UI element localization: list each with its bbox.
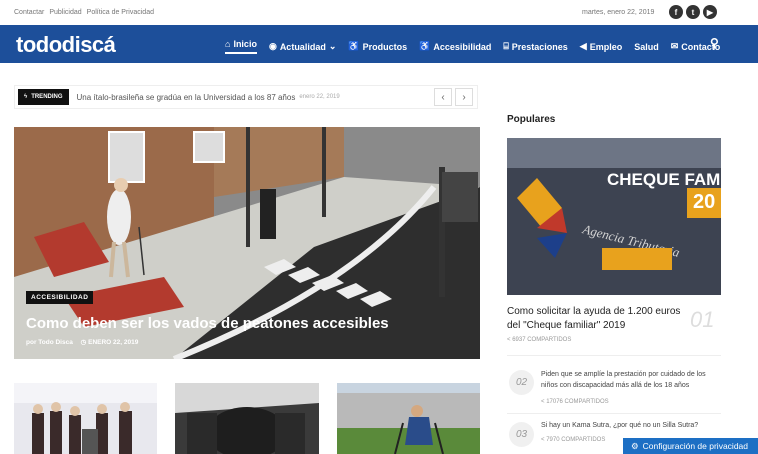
article-thumbnail[interactable]	[14, 383, 157, 454]
link-privacidad[interactable]: Política de Privacidad	[87, 9, 154, 16]
clock-icon: ◷	[80, 339, 87, 346]
current-date: martes, enero 22, 2019	[582, 9, 655, 16]
thumbnail-image	[337, 383, 480, 454]
trending-badge: ϟ TRENDING	[18, 89, 69, 105]
privacy-settings-button[interactable]: ⚙ Configuración de privacidad	[623, 438, 758, 454]
featured-popular-title[interactable]: Como solicitar la ayuda de 1.200 euros d…	[507, 305, 687, 333]
nav-menu: ⌂ Inicio ◉ Actualidad ⌄ ♿ Productos ♿ Accesib…	[225, 39, 720, 54]
share-icon: <	[541, 399, 545, 405]
rank-number: 01	[690, 307, 715, 332]
trending-label: TRENDING	[31, 94, 63, 100]
popular-item-title[interactable]: Si hay un Kama Sutra, ¿por qué no un Sil…	[541, 420, 721, 431]
featured-popular-image[interactable]: Agencia Tributaria CHEQUE FAMIL 20	[507, 138, 721, 295]
main-nav: tododiscá ⌂ Inicio ◉ Actualidad ⌄ ♿ Producto…	[0, 25, 758, 63]
featured-image-text: CHEQUE FAMIL	[607, 170, 721, 189]
article-thumbnail[interactable]	[337, 383, 480, 454]
share-count: < 7970 COMPARTIDOS	[541, 437, 605, 443]
bank-icon: ⌸	[503, 41, 509, 51]
nav-item-accesibilidad[interactable]: ♿ Accesibilidad	[419, 39, 491, 54]
nav-label: Empleo	[589, 41, 623, 52]
youtube-icon[interactable]: ▶	[703, 5, 717, 19]
accessible-icon: ♿	[419, 41, 431, 51]
nav-item-prestaciones[interactable]: ⌸ Prestaciones	[503, 39, 567, 54]
home-icon: ⌂	[225, 39, 231, 49]
nav-label: Inicio	[233, 39, 257, 49]
nav-label: Actualidad	[279, 41, 326, 52]
hero-meta: por Todo Disca ◷ ENERO 22, 2019	[26, 338, 138, 346]
nav-item-productos[interactable]: ♿ Productos	[348, 39, 407, 54]
chevron-left-icon[interactable]: ‹	[434, 88, 452, 106]
hero-title[interactable]: Como deben ser los vados de peatones acc…	[26, 315, 389, 332]
facebook-icon[interactable]: f	[669, 5, 683, 19]
thumbnail-image	[14, 383, 157, 454]
share-count: < 17076 COMPARTIDOS	[541, 399, 609, 405]
category-badge[interactable]: ACCESIBILIDAD	[26, 291, 94, 304]
trending-arrows: ‹ ›	[434, 88, 473, 106]
hero-date: ENERO 22, 2019	[88, 339, 139, 346]
thumbnail-image	[175, 383, 319, 454]
share-count-text: 7970 COMPARTIDOS	[546, 437, 606, 443]
megaphone-icon: ◀	[579, 41, 587, 51]
nav-item-empleo[interactable]: ◀ Empleo	[580, 39, 622, 54]
nav-label: Salud	[634, 41, 659, 52]
hero-author[interactable]: por Todo Disca	[26, 339, 73, 346]
featured-image-number: 20	[693, 191, 716, 213]
privacy-label: Configuración de privacidad	[642, 441, 748, 451]
chevron-down-icon: ⌄	[328, 41, 337, 51]
social-links: f t ▶	[669, 5, 717, 19]
nav-label: Prestaciones	[511, 41, 568, 52]
divider	[507, 355, 721, 356]
article-thumbnail[interactable]	[175, 383, 319, 454]
nav-label: Productos	[362, 41, 408, 52]
rank-circle: 03	[509, 422, 534, 447]
trending-date: enero 22, 2019	[299, 94, 340, 100]
envelope-icon: ✉	[670, 41, 679, 51]
nav-item-inicio[interactable]: ⌂ Inicio	[225, 39, 257, 54]
share-icon: <	[541, 437, 545, 443]
divider	[507, 413, 721, 414]
rank-circle: 02	[509, 370, 534, 395]
nav-item-salud[interactable]: Salud	[634, 39, 659, 54]
featured-image: Agencia Tributaria	[507, 138, 721, 295]
trending-bar: ϟ TRENDING Una ítalo-brasileña se gradúa …	[14, 85, 478, 109]
site-logo[interactable]: tododiscá	[16, 32, 116, 58]
trending-headline[interactable]: Una ítalo-brasileña se gradúa en la Univ…	[77, 93, 296, 102]
popular-item-title[interactable]: Piden que se amplíe la prestación por cu…	[541, 369, 721, 391]
hero-article[interactable]: ACCESIBILIDAD Como deben ser los vados d…	[14, 127, 480, 359]
share-count-text: 6937 COMPARTIDOS	[512, 337, 572, 343]
nav-label: Accesibilidad	[433, 41, 492, 52]
share-count-text: 17076 COMPARTIDOS	[546, 399, 609, 405]
top-links: Contactar Publicidad Política de Privaci…	[14, 9, 154, 16]
share-count: < 6937 COMPARTIDOS	[507, 337, 571, 343]
top-bar: Contactar Publicidad Política de Privaci…	[0, 0, 758, 25]
gear-icon: ⚙	[631, 440, 639, 451]
share-icon: <	[507, 337, 511, 343]
bolt-icon: ϟ	[24, 94, 28, 100]
globe-icon: ◉	[268, 41, 277, 51]
twitter-icon[interactable]: t	[686, 5, 700, 19]
popular-heading: Populares	[507, 114, 556, 125]
link-contactar[interactable]: Contactar	[14, 9, 44, 16]
link-publicidad[interactable]: Publicidad	[49, 9, 81, 16]
search-icon[interactable]: ⚲	[710, 36, 719, 50]
nav-item-actualidad[interactable]: ◉ Actualidad ⌄	[269, 39, 336, 54]
wheelchair-icon: ♿	[348, 41, 360, 51]
chevron-right-icon[interactable]: ›	[455, 88, 473, 106]
